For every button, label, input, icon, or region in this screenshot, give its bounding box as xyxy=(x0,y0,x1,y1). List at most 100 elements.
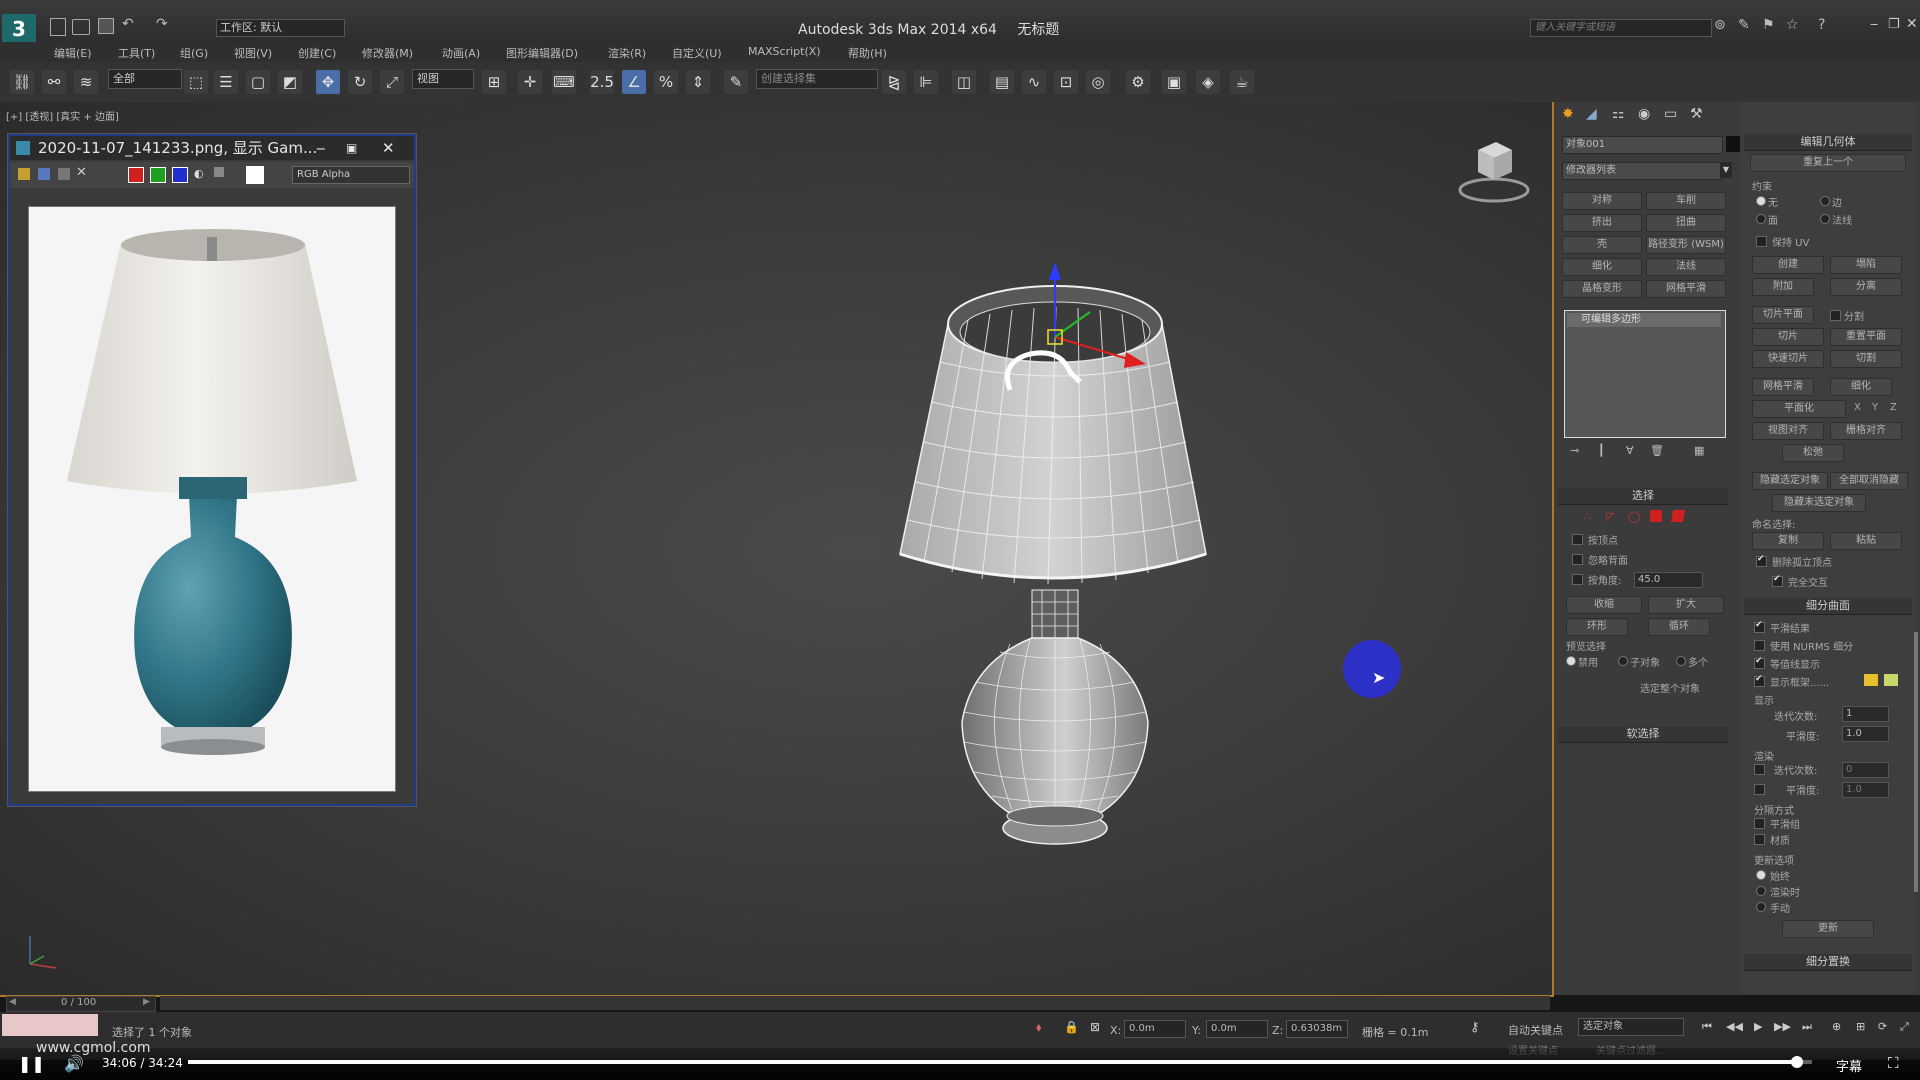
absolute-mode-icon[interactable]: ⊠ xyxy=(1090,1020,1100,1034)
smooth-result-checkbox[interactable] xyxy=(1754,620,1765,633)
polygon-subobject-icon[interactable] xyxy=(1650,510,1662,522)
keyboard-shortcut-icon[interactable]: ⌨ xyxy=(552,70,576,94)
cut-button[interactable]: 切割 xyxy=(1830,350,1902,368)
spinner-snap-icon[interactable]: ⇕ xyxy=(686,70,710,94)
communication-icon[interactable]: ⚑ xyxy=(1762,17,1775,33)
constraint-normal-radio[interactable] xyxy=(1820,214,1830,224)
collapse-button[interactable]: 塌陷 xyxy=(1830,256,1902,274)
restore-icon[interactable]: ❐ xyxy=(1888,17,1900,32)
pause-icon[interactable]: ❚❚ xyxy=(18,1054,45,1073)
alpha-channel-icon[interactable]: ◐ xyxy=(194,167,204,180)
constraint-edge-radio[interactable] xyxy=(1820,196,1830,206)
search-input[interactable]: 键入关键字或短语 xyxy=(1530,19,1712,37)
rendered-frame-window-icon[interactable]: ▣ xyxy=(1162,70,1186,94)
render-iterations-spinner[interactable]: 0 xyxy=(1842,762,1889,778)
subdivision-surface-rollout-header[interactable]: 细分曲面 xyxy=(1744,598,1912,615)
render-smoothness-checkbox[interactable] xyxy=(1754,784,1765,795)
selection-rollout-header[interactable]: 选择 xyxy=(1558,488,1728,505)
timeline-track[interactable] xyxy=(160,996,1550,1010)
zoom-icon[interactable]: ⊕ xyxy=(1832,1020,1841,1033)
cage-color-green-swatch[interactable] xyxy=(1884,674,1898,686)
z-coordinate-field[interactable]: 0.63038m xyxy=(1286,1020,1348,1038)
materials-checkbox[interactable] xyxy=(1754,834,1765,845)
by-vertex-checkbox[interactable] xyxy=(1572,534,1583,545)
green-channel-toggle[interactable] xyxy=(150,167,166,183)
menu-group[interactable]: 组(G) xyxy=(180,45,208,61)
display-iterations-spinner[interactable]: 1 xyxy=(1842,706,1889,722)
blue-channel-toggle[interactable] xyxy=(172,167,188,183)
select-manipulate-icon[interactable]: ✛ xyxy=(518,70,542,94)
update-manual-radio[interactable] xyxy=(1756,902,1766,912)
border-subobject-icon[interactable]: ◯ xyxy=(1628,510,1640,523)
menu-views[interactable]: 视图(V) xyxy=(234,45,272,61)
select-object-icon[interactable]: ⬚ xyxy=(184,70,208,94)
modifier-button-extrude[interactable]: 挤出 xyxy=(1562,214,1642,232)
clear-icon[interactable]: ✕ xyxy=(76,165,87,180)
slice-button[interactable]: 切片 xyxy=(1752,328,1824,346)
ring-button[interactable]: 环形 xyxy=(1566,618,1628,636)
delete-isolated-checkbox[interactable] xyxy=(1756,554,1767,567)
loop-button[interactable]: 循环 xyxy=(1648,618,1710,636)
layer-manager-icon[interactable]: ◫ xyxy=(952,70,976,94)
named-selection-dropdown[interactable]: 创建选择集 xyxy=(756,69,878,89)
object-color-swatch[interactable] xyxy=(1726,136,1740,152)
quickslice-button[interactable]: 快速切片 xyxy=(1752,350,1824,368)
axis-z-button[interactable]: Z xyxy=(1890,402,1897,413)
modifier-button-tessellate[interactable]: 细化 xyxy=(1562,258,1642,276)
app-logo-icon[interactable]: 3 xyxy=(2,14,36,44)
attach-button[interactable]: 附加 xyxy=(1752,278,1814,296)
update-always-radio[interactable] xyxy=(1756,870,1766,880)
full-interactivity-checkbox[interactable] xyxy=(1772,574,1783,587)
reference-coordinate-dropdown[interactable]: 视图 xyxy=(412,69,474,89)
render-setup-icon[interactable]: ⚙ xyxy=(1126,70,1150,94)
image-viewer-maximize-icon[interactable]: ▣ xyxy=(346,136,357,160)
render-smoothness-spinner[interactable]: 1.0 xyxy=(1842,782,1889,798)
render-iterative-icon[interactable]: ☕ xyxy=(1230,70,1254,94)
fullscreen-icon[interactable]: ⛶ xyxy=(1888,1054,1899,1072)
new-file-icon[interactable] xyxy=(50,18,66,36)
modifier-button-path-deform[interactable]: 路径变形 (WSM) xyxy=(1646,236,1726,254)
favorites-icon[interactable]: ☆ xyxy=(1786,17,1799,33)
modifier-list-arrow-icon[interactable]: ▼ xyxy=(1720,162,1732,178)
y-coordinate-field[interactable]: 0.0m xyxy=(1206,1020,1268,1038)
mirror-icon[interactable]: ⧎ xyxy=(882,70,906,94)
go-to-end-icon[interactable]: ⏭ xyxy=(1802,1020,1812,1034)
modifier-button-lathe[interactable]: 车削 xyxy=(1646,192,1726,210)
maximize-viewport-icon[interactable]: ⤢ xyxy=(1900,1020,1909,1034)
meshsmooth-button[interactable]: 网格平滑 xyxy=(1752,378,1814,396)
field-of-view-icon[interactable]: ⟳ xyxy=(1878,1020,1887,1033)
redo-icon[interactable]: ↷ xyxy=(156,16,168,32)
image-viewer-close-icon[interactable]: ✕ xyxy=(382,136,395,160)
edge-subobject-icon[interactable]: ◸ xyxy=(1606,510,1614,523)
close-icon[interactable]: ✕ xyxy=(1906,16,1918,32)
key-icon[interactable]: ⚷ xyxy=(1470,1020,1480,1035)
bind-space-warp-icon[interactable]: ≋ xyxy=(74,70,98,94)
update-render-radio[interactable] xyxy=(1756,886,1766,896)
go-to-start-icon[interactable]: ⏮ xyxy=(1702,1020,1712,1034)
binoculars-icon[interactable]: ⊚ xyxy=(1714,17,1726,33)
slice-plane-button[interactable]: 切片平面 xyxy=(1752,306,1814,324)
vertex-subobject-icon[interactable]: ∴ xyxy=(1584,510,1591,523)
menu-graph-editors[interactable]: 图形编辑器(D) xyxy=(506,45,578,61)
constraint-face-radio[interactable] xyxy=(1756,214,1766,224)
shrink-button[interactable]: 收缩 xyxy=(1566,596,1642,614)
render-production-icon[interactable]: ◈ xyxy=(1196,70,1220,94)
save-image-icon[interactable] xyxy=(18,168,30,180)
minimize-icon[interactable]: ‒ xyxy=(1870,17,1878,32)
ignore-backfacing-checkbox[interactable] xyxy=(1572,554,1583,565)
cage-color-yellow-swatch[interactable] xyxy=(1864,674,1878,686)
menu-edit[interactable]: 编辑(E) xyxy=(54,45,92,61)
update-button[interactable]: 更新 xyxy=(1782,920,1874,938)
menu-tools[interactable]: 工具(T) xyxy=(118,45,155,61)
configure-modifier-sets-icon[interactable]: ▦ xyxy=(1694,444,1704,457)
viewport-label[interactable]: [+] [透视] [真实 + 边面] xyxy=(6,108,119,123)
image-viewer-window[interactable]: 2020-11-07_141233.png, 显示 Gam... ‒ ▣ ✕ ✕… xyxy=(8,134,416,806)
grid-align-button[interactable]: 栅格对齐 xyxy=(1830,422,1902,440)
motion-tab-icon[interactable]: ◉ xyxy=(1638,106,1650,122)
edit-geometry-rollout-header[interactable]: 编辑几何体 xyxy=(1744,134,1912,151)
x-coordinate-field[interactable]: 0.0m xyxy=(1124,1020,1186,1038)
modifier-button-meshsmooth[interactable]: 网格平滑 xyxy=(1646,280,1726,298)
time-slider-prev-icon[interactable]: ◀ xyxy=(9,997,16,1007)
viewcube[interactable] xyxy=(1454,136,1532,206)
clone-window-icon[interactable] xyxy=(58,168,70,180)
